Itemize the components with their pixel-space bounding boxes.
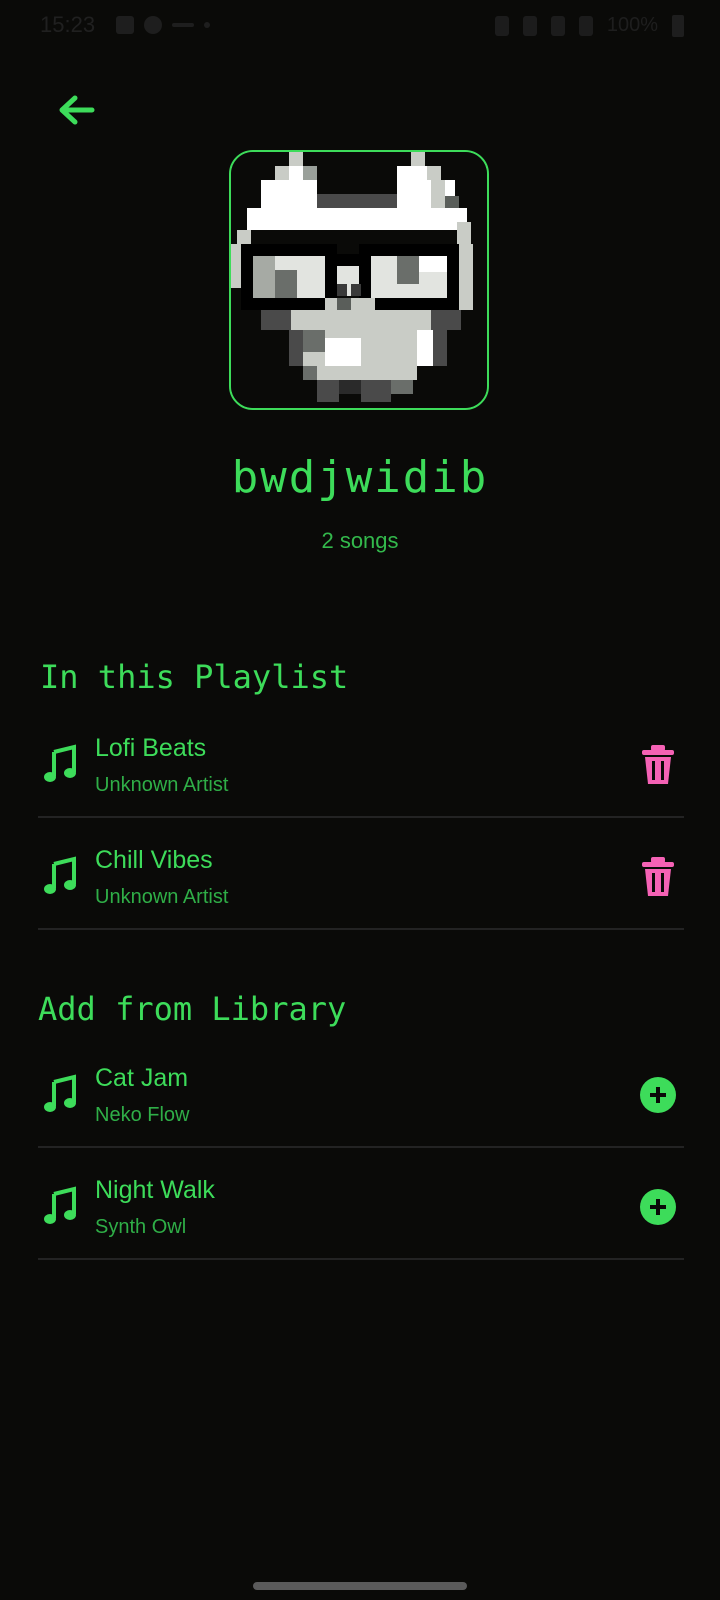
music-note-icon (42, 856, 78, 896)
playlist-title: bwdjwidib (231, 452, 489, 503)
battery-percent: 100% (606, 14, 658, 36)
song-count: 2 songs (321, 528, 399, 553)
song-title: Cat Jam (95, 1064, 189, 1092)
notification-icons (116, 16, 210, 34)
signal-icon (578, 15, 593, 36)
more-notifications-icon (172, 23, 194, 27)
music-note-icon (42, 1074, 78, 1114)
song-title: Chill Vibes (95, 846, 213, 874)
status-bar: 15:23 100% (0, 0, 720, 52)
library-song-row[interactable]: Night Walk Synth Owl (38, 1148, 684, 1260)
trash-icon (642, 745, 674, 784)
back-button[interactable] (50, 88, 102, 140)
music-note-icon (42, 744, 78, 784)
mute-icon (522, 15, 537, 36)
add-song-button[interactable] (638, 1074, 678, 1116)
playlist-song-row[interactable]: Chill Vibes Unknown Artist (38, 818, 684, 930)
song-artist: Unknown Artist (95, 774, 229, 796)
status-time: 15:23 (40, 12, 96, 37)
home-indicator[interactable] (253, 1582, 467, 1590)
pixel-cat-glasses-image (231, 152, 487, 408)
dot-icon (204, 22, 210, 28)
section-title-add-from-library: Add from Library (38, 990, 347, 1028)
arrow-left-icon (59, 95, 95, 125)
alarm-icon (494, 15, 509, 36)
battery-icon (672, 14, 684, 37)
plus-circle-icon (640, 1077, 676, 1113)
plus-circle-icon (640, 1189, 676, 1225)
playlist-cover (229, 150, 489, 410)
song-artist: Synth Owl (95, 1216, 187, 1238)
remove-song-button[interactable] (638, 856, 678, 898)
song-title: Night Walk (95, 1176, 215, 1204)
library-song-row[interactable]: Cat Jam Neko Flow (38, 1036, 684, 1148)
remove-song-button[interactable] (638, 744, 678, 786)
add-song-button[interactable] (638, 1186, 678, 1228)
music-note-icon (42, 1186, 78, 1226)
chat-icon (144, 16, 162, 34)
trash-icon (642, 857, 674, 896)
system-icons: 100% (494, 14, 684, 37)
song-title: Lofi Beats (95, 734, 207, 762)
song-artist: Neko Flow (95, 1104, 190, 1126)
song-artist: Unknown Artist (95, 886, 229, 908)
gallery-icon (116, 16, 134, 34)
playlist-song-row[interactable]: Lofi Beats Unknown Artist (38, 706, 684, 818)
vibrate-icon (550, 15, 565, 36)
section-title-in-playlist: In this Playlist (40, 658, 349, 696)
